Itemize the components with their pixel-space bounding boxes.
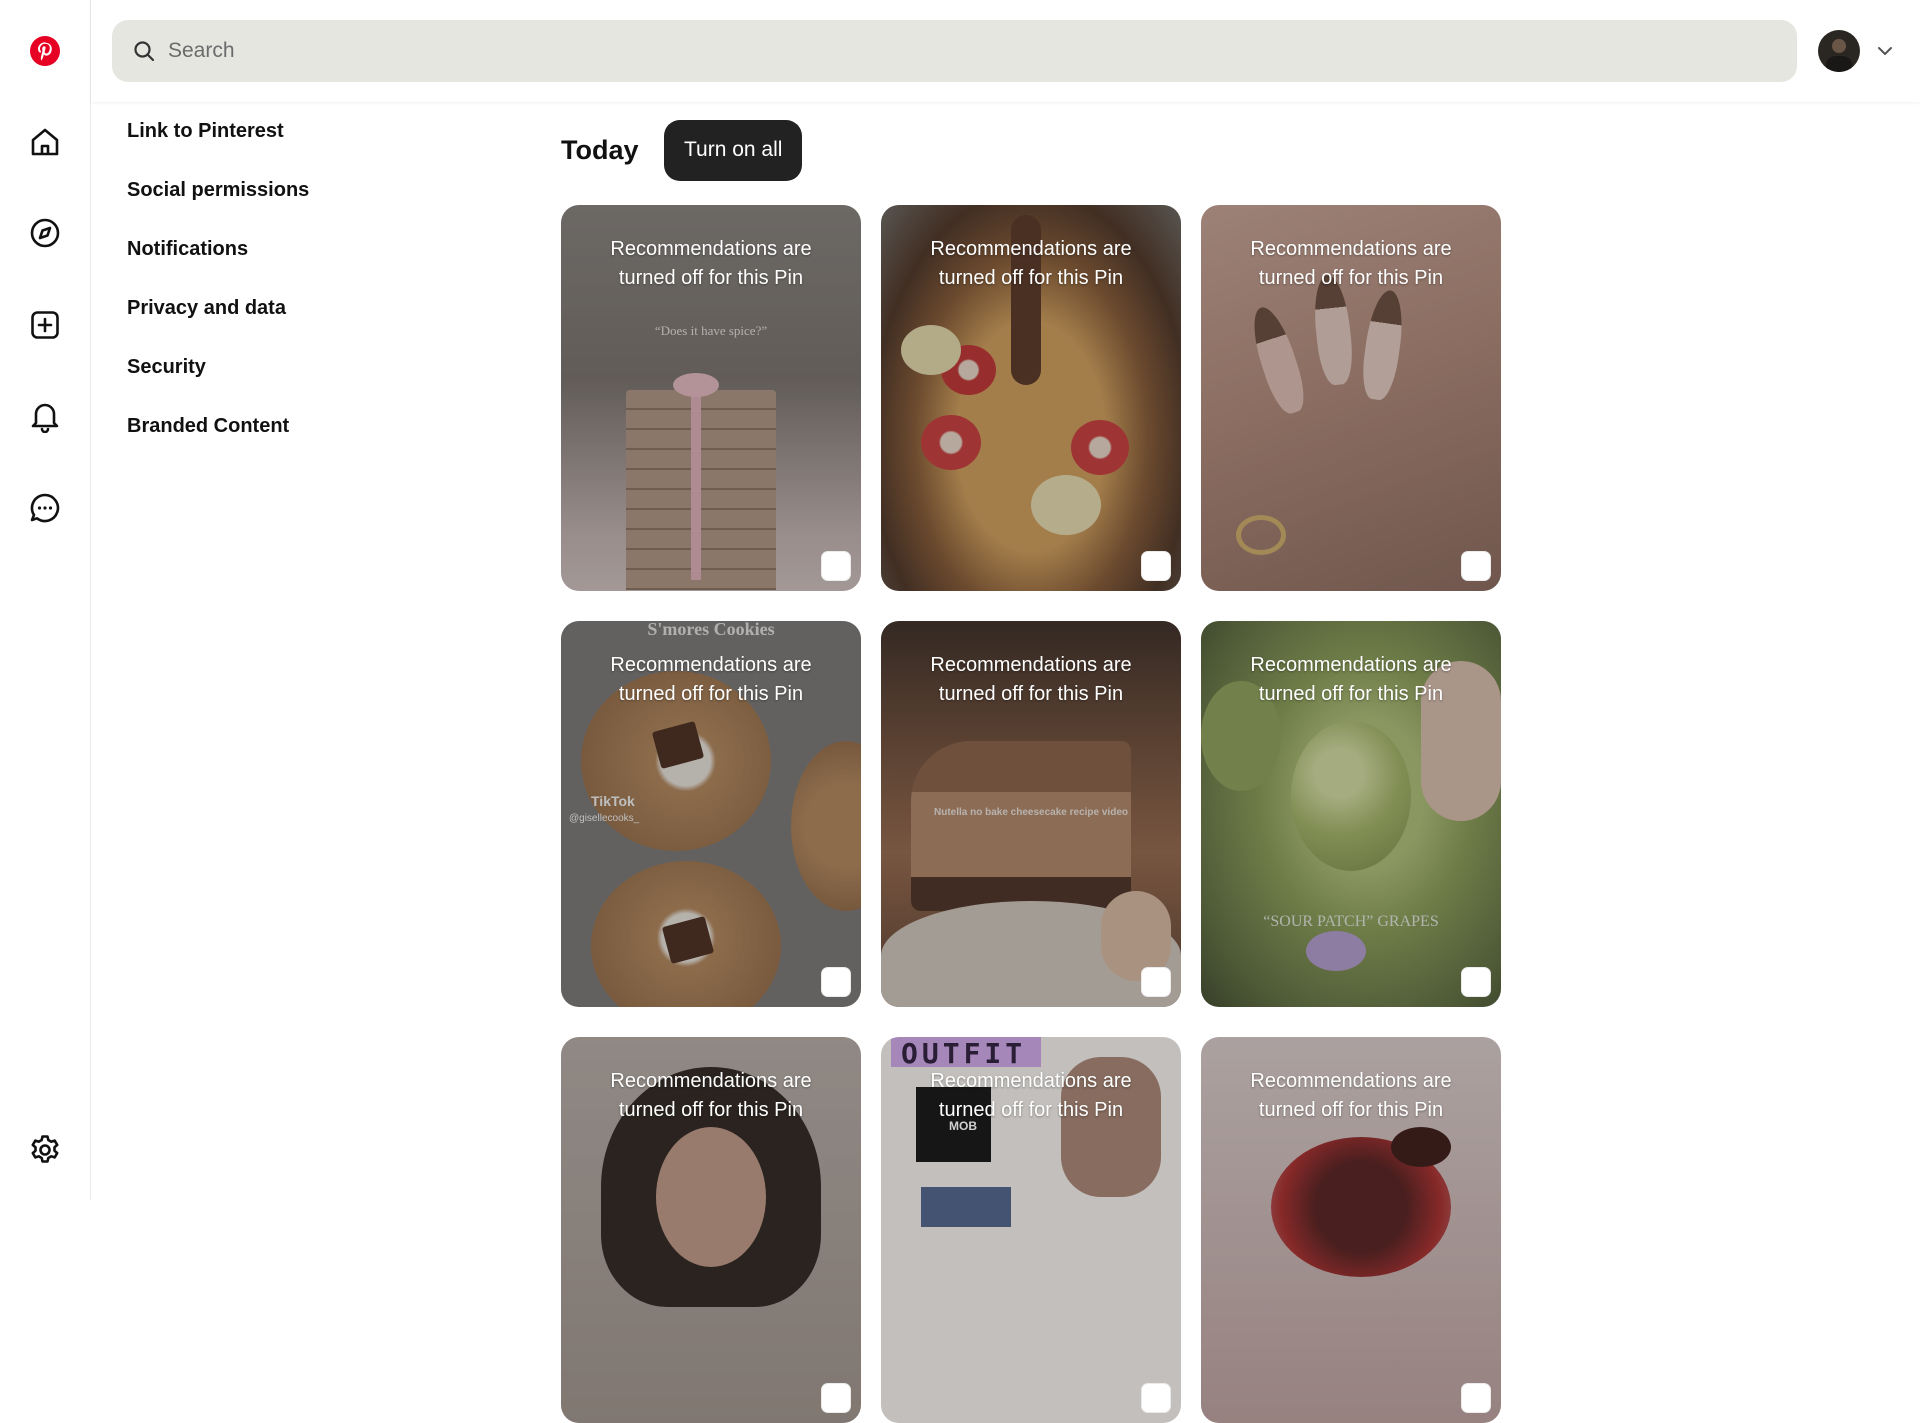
pin-checkbox[interactable] — [821, 967, 851, 997]
pin-status-text: Recommendations are turned off for this … — [610, 238, 812, 289]
pin-status-text: Recommendations are turned off for this … — [1250, 1070, 1452, 1121]
nav-branded-content[interactable]: Branded Content — [127, 405, 447, 464]
search-input[interactable] — [166, 38, 1770, 64]
pin-card[interactable]: “SOUR PATCH” GRAPES Recommendations are … — [1201, 621, 1501, 1007]
search-bar[interactable] — [112, 20, 1797, 82]
bell-glyph — [31, 403, 59, 433]
nav-privacy-and-data[interactable]: Privacy and data — [127, 287, 447, 346]
pin-card[interactable]: “Does it have spice?” Recommendations ar… — [561, 205, 861, 591]
settings-icon[interactable] — [21, 1126, 69, 1174]
home-icon[interactable] — [21, 118, 69, 166]
pin-card[interactable]: Recommendations are turned off for this … — [561, 1037, 861, 1423]
nav-social-permissions[interactable]: Social permissions — [127, 169, 447, 228]
pin-card[interactable]: Recommendations are turned off for this … — [1201, 205, 1501, 591]
pin-status-text: Recommendations are turned off for this … — [930, 654, 1132, 705]
pin-checkbox[interactable] — [1141, 967, 1171, 997]
pin-grid: “Does it have spice?” Recommendations ar… — [561, 205, 1501, 1423]
avatar[interactable] — [1818, 30, 1860, 72]
pinterest-logo-glyph — [30, 36, 60, 66]
pin-status-text: Recommendations are turned off for this … — [930, 238, 1132, 289]
pin-checkbox[interactable] — [821, 551, 851, 581]
compass-glyph — [30, 218, 60, 248]
settings-nav: Link to Pinterest Social permissions Not… — [127, 110, 447, 464]
messages-icon[interactable] — [21, 484, 69, 532]
create-icon[interactable] — [21, 301, 69, 349]
notifications-icon[interactable] — [21, 392, 69, 440]
nav-notifications[interactable]: Notifications — [127, 228, 447, 287]
pin-status-text: Recommendations are turned off for this … — [1250, 654, 1452, 705]
pin-card[interactable]: Nutella no bake cheesecake recipe video … — [881, 621, 1181, 1007]
pin-checkbox[interactable] — [1461, 1383, 1491, 1413]
chat-bubble-glyph — [30, 493, 60, 523]
pin-status-text: Recommendations are turned off for this … — [610, 654, 812, 705]
pin-card[interactable]: OUTFIT MOB Recommendations are turned of… — [881, 1037, 1181, 1423]
section-title: Today — [561, 134, 639, 165]
plus-square-glyph — [31, 311, 59, 339]
pin-checkbox[interactable] — [821, 1383, 851, 1413]
home-glyph — [31, 128, 59, 156]
section-header: Today Turn on all — [561, 119, 803, 181]
pin-checkbox[interactable] — [1461, 967, 1491, 997]
pin-card[interactable]: Recommendations are turned off for this … — [881, 205, 1181, 591]
pin-card[interactable]: Recommendations are turned off for this … — [1201, 1037, 1501, 1423]
nav-link-to-pinterest[interactable]: Link to Pinterest — [127, 110, 447, 169]
pin-status-text: Recommendations are turned off for this … — [610, 1070, 812, 1121]
pinterest-logo-icon[interactable] — [21, 27, 69, 75]
gear-glyph — [31, 1135, 59, 1163]
pin-card[interactable]: S'mores Cookies TikTok @gisellecooks_ Re… — [561, 621, 861, 1007]
explore-icon[interactable] — [21, 209, 69, 257]
chevron-down-icon[interactable] — [1874, 40, 1896, 62]
search-icon — [134, 41, 155, 62]
turn-on-all-button[interactable]: Turn on all — [664, 119, 803, 181]
nav-security[interactable]: Security — [127, 346, 447, 405]
pin-status-text: Recommendations are turned off for this … — [930, 1070, 1132, 1121]
left-rail — [0, 0, 91, 1200]
pin-checkbox[interactable] — [1461, 551, 1491, 581]
pin-checkbox[interactable] — [1141, 1383, 1171, 1413]
pin-checkbox[interactable] — [1141, 551, 1171, 581]
pin-status-text: Recommendations are turned off for this … — [1250, 238, 1452, 289]
